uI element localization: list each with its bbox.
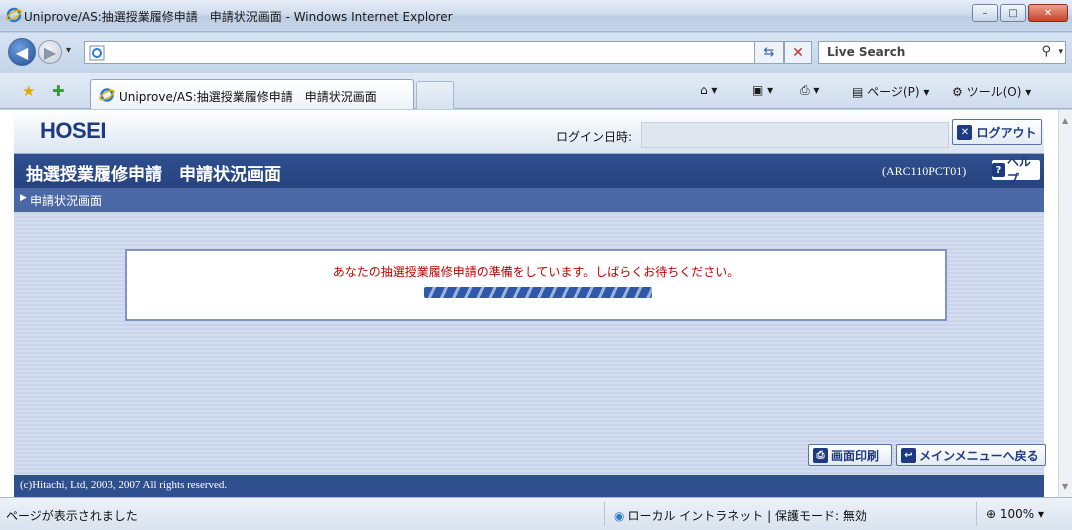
main-content: あなたの抽選授業履修申請の準備をしています。しばらくお待ちください。 — [14, 212, 1044, 475]
login-time-value — [641, 122, 949, 148]
zoom-level[interactable]: ⊕ 100% ▾ — [986, 507, 1044, 521]
stop-icon[interactable]: ✕ — [784, 41, 812, 64]
search-icon[interactable]: ⚲ — [1041, 44, 1051, 59]
site-header: HOSEI ログイン日時: ✕ ログアウト — [14, 110, 1044, 154]
help-button[interactable]: ? ヘルプ — [992, 155, 1040, 186]
status-divider — [976, 502, 977, 526]
printer-icon: ⎙ — [813, 447, 828, 463]
search-dropdown-icon[interactable]: ▾ — [1058, 47, 1063, 57]
address-toolbar: ◀ ▶ ▾ ⇆ ✕ Live Search ⚲ ▾ — [0, 33, 1072, 73]
breadcrumb: ▶ 申請状況画面 — [14, 188, 1044, 212]
page-viewport: HOSEI ログイン日時: ✕ ログアウト 抽選授業履修申請 申請状況画面 (A… — [0, 110, 1058, 497]
page-icon: ▤ — [852, 85, 864, 99]
print-screen-label: 画面印刷 — [831, 448, 880, 463]
window-title-bar: Uniprove/AS:抽選授業履修申請 申請状況画面 - Windows In… — [0, 0, 1072, 32]
screen-code: (ARC110PCT01) — [882, 164, 967, 178]
hosei-logo: HOSEI — [40, 118, 106, 143]
search-label: Live Search — [827, 45, 906, 59]
ie-logo-icon — [6, 7, 22, 23]
page-ie-icon — [89, 45, 105, 61]
minimize-button[interactable]: – — [972, 4, 998, 22]
new-tab-button[interactable] — [416, 81, 454, 109]
close-button[interactable]: ✕ — [1028, 4, 1068, 22]
page-menu[interactable]: ▤ ページ(P) ▾ — [852, 83, 929, 100]
security-zone[interactable]: ◉ ローカル イントラネット | 保護モード: 無効 — [614, 507, 867, 524]
tab-current[interactable]: Uniprove/AS:抽選授業履修申請 申請状況画面 — [90, 79, 414, 109]
zoom-value: 100% — [999, 507, 1035, 521]
main-menu-back-label: メインメニューへ戻る — [919, 448, 1039, 463]
loading-message: あなたの抽選授業履修申請の準備をしています。しばらくお待ちください。 — [332, 265, 740, 279]
tab-command-bar: ★ ✚ Uniprove/AS:抽選授業履修申請 申請状況画面 ⌂ ▾ ▣ ▾ … — [0, 73, 1072, 109]
tools-menu[interactable]: ⚙ ツール(O) ▾ — [952, 83, 1031, 100]
status-divider — [604, 502, 605, 526]
page-title-banner: 抽選授業履修申請 申請状況画面 (ARC110PCT01) ? ヘルプ — [14, 154, 1044, 188]
address-bar[interactable] — [84, 41, 812, 64]
zoom-icon: ⊕ — [986, 507, 997, 521]
print-screen-button[interactable]: ⎙ 画面印刷 — [808, 444, 892, 466]
print-icon[interactable]: ⎙ ▾ — [800, 83, 819, 98]
logout-icon: ✕ — [957, 124, 973, 140]
loading-progress-bar — [424, 287, 652, 298]
logout-label: ログアウト — [976, 125, 1037, 140]
login-time-label: ログイン日時: — [556, 130, 633, 144]
logout-button[interactable]: ✕ ログアウト — [952, 119, 1042, 145]
home-icon[interactable]: ⌂ ▾ — [700, 83, 717, 97]
status-text: ページが表示されました — [6, 509, 138, 523]
help-icon: ? — [992, 163, 1005, 177]
page-footer: (c)Hitachi, Ltd, 2003, 2007 All rights r… — [14, 475, 1044, 497]
page-title: 抽選授業履修申請 申請状況画面 — [26, 165, 281, 185]
add-favorites-icon[interactable]: ✚ — [52, 82, 65, 100]
loading-message-box: あなたの抽選授業履修申請の準備をしています。しばらくお待ちください。 — [125, 249, 947, 321]
security-zone-label: ローカル イントラネット | 保護モード: 無効 — [627, 509, 867, 523]
history-dropdown-icon[interactable]: ▾ — [66, 45, 71, 56]
intranet-globe-icon: ◉ — [614, 509, 625, 523]
scroll-down-icon[interactable]: ▼ — [1062, 482, 1068, 491]
window-title: Uniprove/AS:抽選授業履修申請 申請状況画面 - Windows In… — [24, 10, 453, 24]
maximize-button[interactable]: □ — [1000, 4, 1026, 22]
tab-ie-icon — [99, 88, 115, 102]
forward-icon[interactable]: ▶ — [38, 40, 62, 64]
breadcrumb-arrow-icon: ▶ — [20, 193, 27, 203]
main-menu-back-button[interactable]: ↩ メインメニューへ戻る — [896, 444, 1046, 466]
tools-gear-icon: ⚙ — [952, 85, 963, 99]
back-icon[interactable]: ◀ — [8, 38, 36, 66]
tools-menu-label: ツール(O) — [966, 85, 1022, 99]
refresh-icon[interactable]: ⇆ — [754, 41, 784, 64]
tab-label: Uniprove/AS:抽選授業履修申請 申請状況画面 — [119, 90, 377, 104]
status-bar: ページが表示されました ◉ ローカル イントラネット | 保護モード: 無効 ⊕ … — [0, 497, 1072, 530]
feeds-icon[interactable]: ▣ ▾ — [752, 83, 773, 97]
search-input[interactable]: Live Search ⚲ ▾ — [818, 41, 1066, 64]
copyright-text: (c)Hitachi, Ltd, 2003, 2007 All rights r… — [20, 479, 228, 491]
vertical-scrollbar[interactable]: ▲ ▼ — [1058, 110, 1072, 497]
scroll-up-icon[interactable]: ▲ — [1062, 116, 1068, 125]
return-arrow-icon: ↩ — [901, 447, 916, 463]
breadcrumb-item: 申請状況画面 — [30, 194, 103, 208]
help-label: ヘルプ — [1006, 155, 1031, 186]
favorites-star-icon[interactable]: ★ — [22, 82, 35, 100]
page-menu-label: ページ(P) — [867, 85, 920, 99]
